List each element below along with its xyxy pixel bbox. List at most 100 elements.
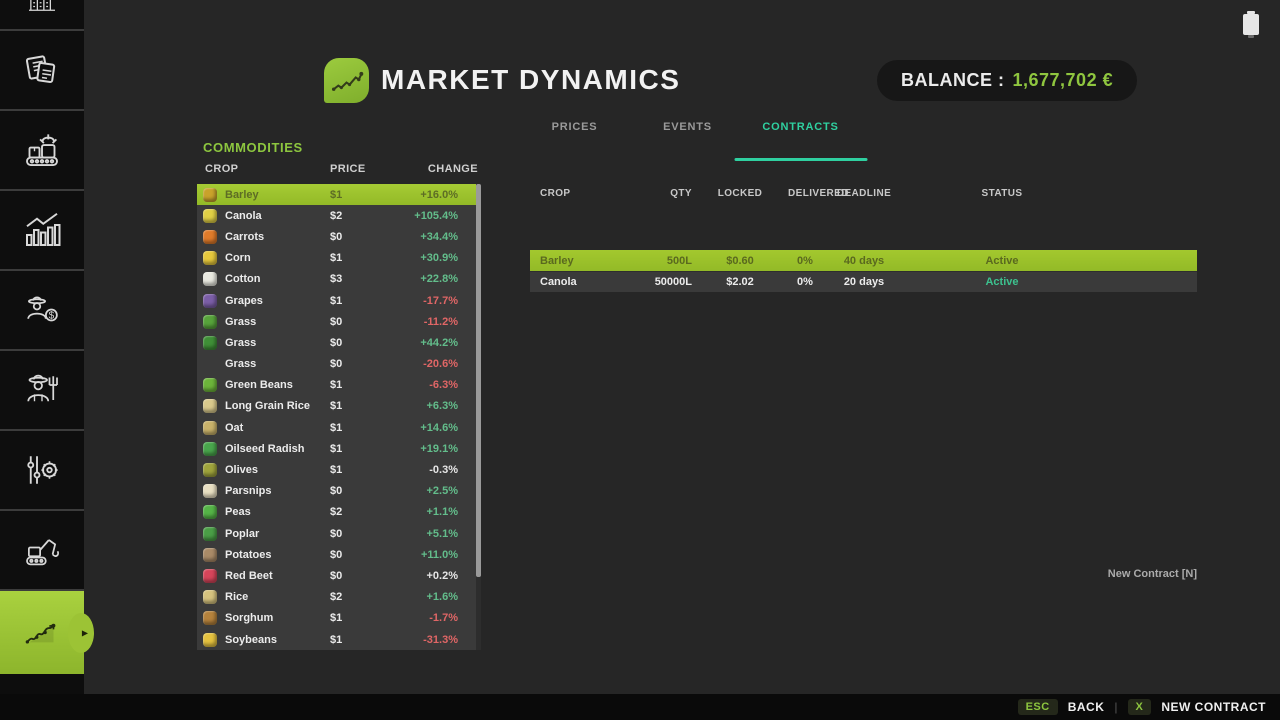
balance-label: BALANCE :: [901, 70, 1005, 91]
balance-value: 1,677,702 €: [1013, 70, 1114, 91]
scrollbar-thumb[interactable]: [476, 184, 481, 577]
crop-price: $0: [330, 485, 390, 497]
market-dynamics-screen: $ ▶ MARKET DYNAMICS BALANCE : 1,677,702 …: [0, 0, 1280, 720]
statistics-icon: [22, 210, 62, 250]
crop-change: -6.3%: [390, 379, 481, 391]
crop-icon: [203, 421, 217, 435]
contract-qty: 500L: [640, 255, 692, 267]
tab-prices[interactable]: PRICES: [518, 119, 631, 161]
contract-deadline: 20 days: [822, 276, 906, 288]
crop-price: $1: [330, 379, 390, 391]
crop-name: Carrots: [225, 231, 330, 243]
crop-name: Cotton: [225, 273, 330, 285]
commodity-row[interactable]: Sorghum $1 -1.7%: [197, 608, 481, 629]
commodity-row[interactable]: Grapes $1 -17.7%: [197, 290, 481, 311]
tab-events[interactable]: EVENTS: [631, 119, 744, 161]
commodity-row[interactable]: Potatoes $0 +11.0%: [197, 544, 481, 565]
sidebar-item-city[interactable]: [0, 0, 84, 31]
crop-price: $1: [330, 464, 390, 476]
crop-icon: [203, 336, 217, 350]
commodity-row[interactable]: Oat $1 +14.6%: [197, 417, 481, 438]
crop-price: $1: [330, 295, 390, 307]
x-key-badge[interactable]: X: [1128, 699, 1152, 715]
crop-name: Oat: [225, 422, 330, 434]
commodity-row[interactable]: Soybeans $1 -31.3%: [197, 629, 481, 650]
crop-name: Oilseed Radish: [225, 443, 330, 455]
crop-icon: [203, 442, 217, 456]
sidebar-item-contracts[interactable]: [0, 31, 84, 111]
active-arrow-icon: ▶: [82, 628, 88, 637]
contract-crop: Canola: [530, 276, 640, 288]
contract-qty: 50000L: [640, 276, 692, 288]
crop-price: $1: [330, 634, 390, 646]
crop-name: Olives: [225, 464, 330, 476]
commodity-row[interactable]: Green Beans $1 -6.3%: [197, 375, 481, 396]
crop-price: $0: [330, 528, 390, 540]
commodity-row[interactable]: Long Grain Rice $1 +6.3%: [197, 396, 481, 417]
contracts-header: CROP QTY LOCKED DELIVERED DEADLINE STATU…: [530, 188, 1197, 199]
contract-row[interactable]: Canola 50000L $2.02 0% 20 days Active: [530, 271, 1197, 292]
tab-contracts[interactable]: CONTRACTS: [744, 119, 857, 161]
commodities-title: COMMODITIES: [203, 140, 303, 155]
sidebar-item-production[interactable]: [0, 111, 84, 191]
crop-icon: [203, 272, 217, 286]
crop-icon: [203, 463, 217, 477]
balance-pill: BALANCE : 1,677,702 €: [877, 60, 1137, 101]
sidebar-item-market-dynamics[interactable]: ▶: [0, 591, 84, 674]
crop-change: +16.0%: [390, 189, 481, 201]
sidebar-item-settings[interactable]: [0, 431, 84, 511]
crop-price: $1: [330, 252, 390, 264]
crop-name: Green Beans: [225, 379, 330, 391]
sidebar: $ ▶: [0, 0, 84, 720]
svg-text:$: $: [49, 311, 55, 322]
crop-icon: [203, 633, 217, 647]
commodity-row[interactable]: Grass $0 -11.2%: [197, 311, 481, 332]
contract-status: Active: [906, 276, 1098, 288]
crop-icon: [203, 378, 217, 392]
crop-name: Red Beet: [225, 570, 330, 582]
crop-name: Long Grain Rice: [225, 400, 330, 412]
commodity-row[interactable]: Peas $2 +1.1%: [197, 502, 481, 523]
sidebar-item-sales[interactable]: $: [0, 271, 84, 351]
commodity-row[interactable]: Canola $2 +105.4%: [197, 205, 481, 226]
crop-name: Corn: [225, 252, 330, 264]
excavator-icon: [22, 530, 62, 570]
crop-icon: [203, 399, 217, 413]
commodities-header: CROP PRICE CHANGE: [197, 163, 481, 175]
column-price: PRICE: [330, 163, 404, 175]
crop-change: +1.1%: [390, 506, 481, 518]
commodity-row[interactable]: Olives $1 -0.3%: [197, 459, 481, 480]
commodity-row[interactable]: Parsnips $0 +2.5%: [197, 481, 481, 502]
farmer-money-icon: $: [22, 290, 62, 330]
esc-key-badge[interactable]: ESC: [1018, 699, 1058, 715]
app-logo: [324, 58, 369, 103]
page-title: MARKET DYNAMICS: [381, 64, 680, 96]
crop-change: -17.7%: [390, 295, 481, 307]
crop-price: $1: [330, 422, 390, 434]
contract-row[interactable]: Barley 500L $0.60 0% 40 days Active: [530, 250, 1197, 271]
commodity-row[interactable]: Rice $2 +1.6%: [197, 587, 481, 608]
column-qty: QTY: [640, 188, 692, 199]
commodity-row[interactable]: Barley $1 +16.0%: [197, 184, 481, 205]
commodities-scrollbar[interactable]: [476, 184, 481, 650]
commodity-row[interactable]: Carrots $0 +34.4%: [197, 226, 481, 247]
commodity-row[interactable]: Corn $1 +30.9%: [197, 248, 481, 269]
commodity-row[interactable]: Cotton $3 +22.8%: [197, 269, 481, 290]
crop-change: +30.9%: [390, 252, 481, 264]
commodity-row[interactable]: Grass $0 +44.2%: [197, 332, 481, 353]
commodity-row[interactable]: Red Beet $0 +0.2%: [197, 565, 481, 586]
sidebar-item-statistics[interactable]: [0, 191, 84, 271]
crop-icon: [203, 527, 217, 541]
commodity-row[interactable]: Poplar $0 +5.1%: [197, 523, 481, 544]
sidebar-item-workers[interactable]: [0, 351, 84, 431]
commodity-row[interactable]: Grass $0 -20.6%: [197, 354, 481, 375]
crop-change: +22.8%: [390, 273, 481, 285]
crop-icon: [203, 251, 217, 265]
commodity-row[interactable]: Oilseed Radish $1 +19.1%: [197, 438, 481, 459]
new-contract-button[interactable]: NEW CONTRACT: [1161, 700, 1266, 714]
column-locked: LOCKED: [692, 188, 788, 199]
crop-name: Canola: [225, 210, 330, 222]
back-button[interactable]: BACK: [1068, 700, 1105, 714]
production-icon: [22, 130, 62, 170]
sidebar-item-construction[interactable]: [0, 511, 84, 591]
